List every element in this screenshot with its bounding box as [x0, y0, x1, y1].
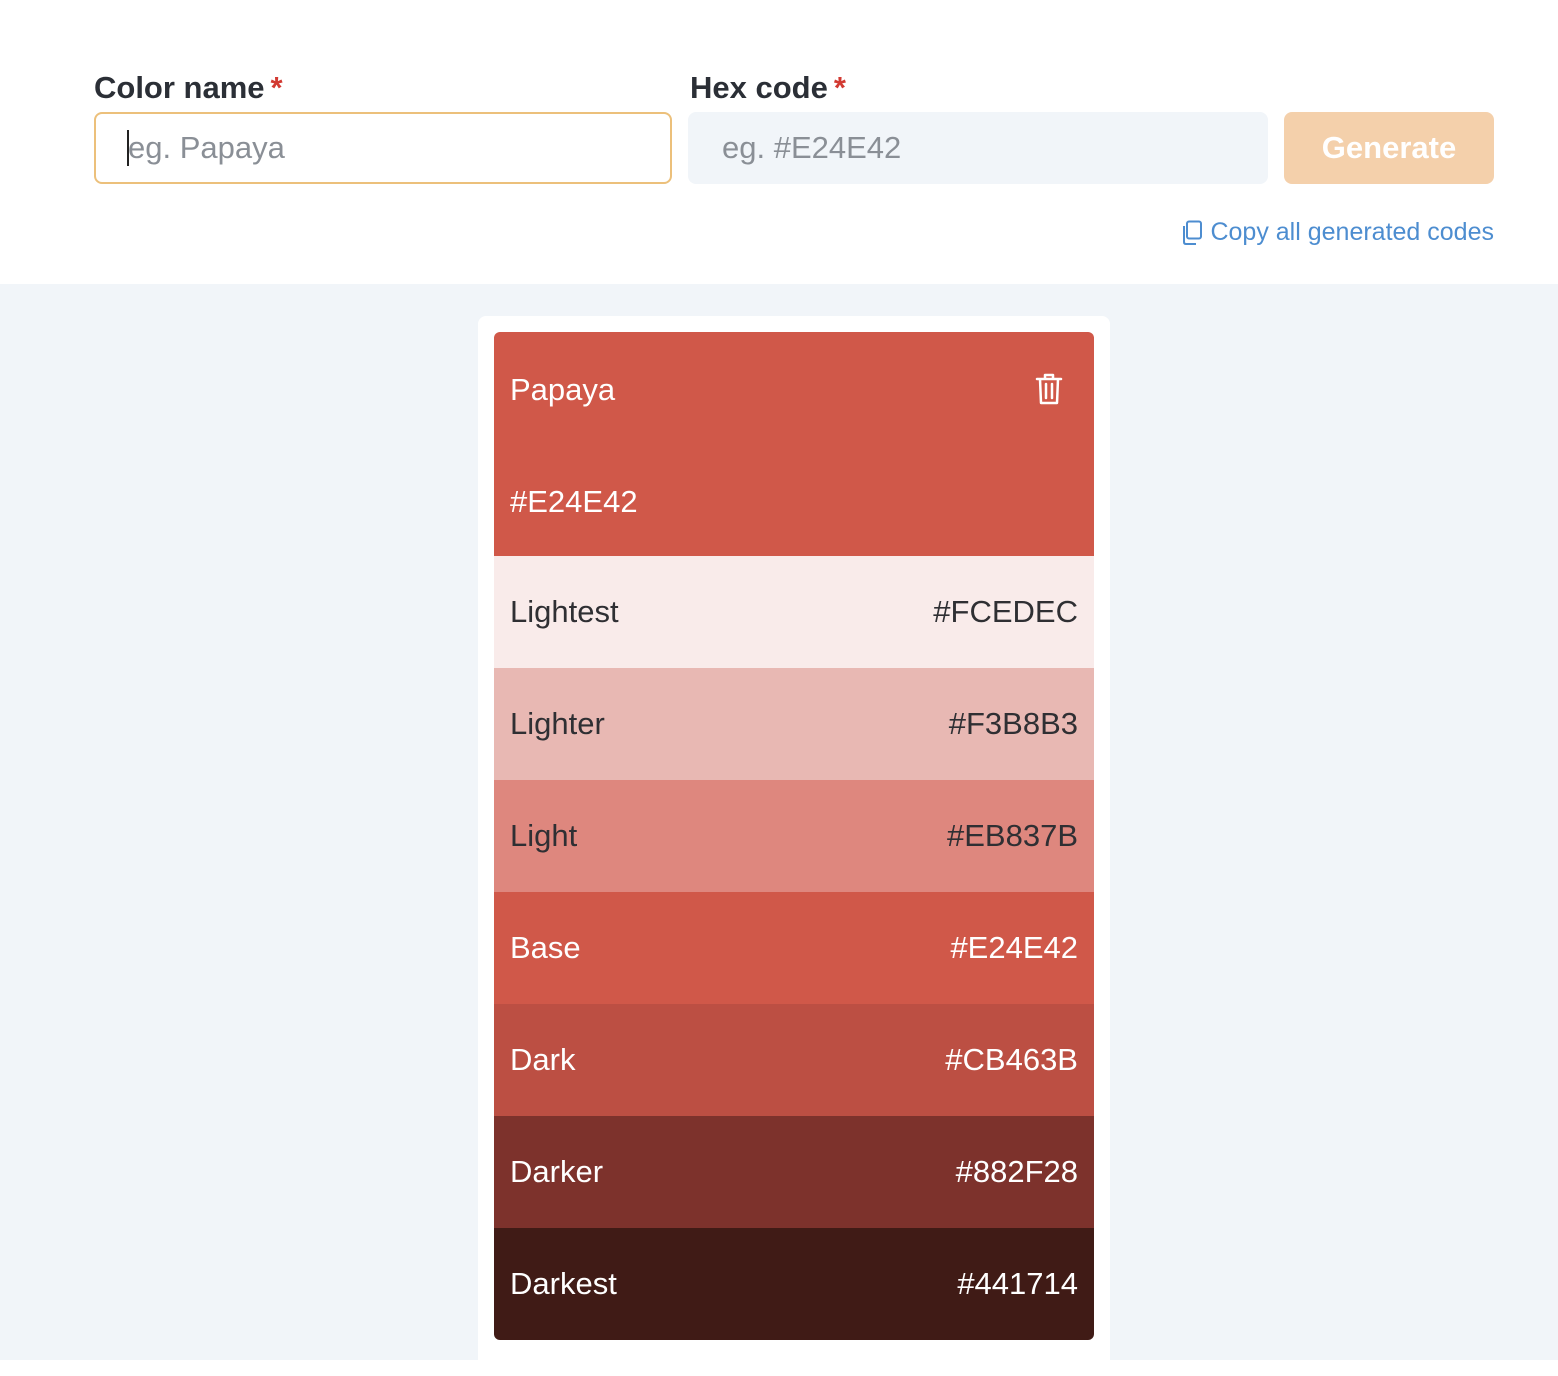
shade-name: Dark — [510, 1042, 576, 1077]
shade-name: Darker — [510, 1154, 604, 1189]
copy-icon — [1183, 220, 1203, 245]
trash-icon[interactable] — [1034, 372, 1064, 406]
shade-name: Lightest — [510, 594, 619, 629]
color-name-label: Color name * — [94, 70, 283, 106]
shade-hex[interactable]: #FCEDEC — [933, 594, 1078, 630]
shade-hex[interactable]: #E24E42 — [950, 930, 1078, 966]
color-name-label-text: Color name — [94, 70, 265, 105]
shade-row-darker[interactable]: Darker #882F28 — [494, 1116, 1094, 1228]
required-asterisk: * — [270, 70, 283, 105]
shade-name: Base — [510, 930, 581, 965]
shade-hex[interactable]: #EB837B — [947, 818, 1078, 854]
shade-row-lighter[interactable]: Lighter #F3B8B3 — [494, 668, 1094, 780]
shade-name: Darkest — [510, 1266, 617, 1301]
shade-hex[interactable]: #F3B8B3 — [949, 706, 1078, 742]
copy-all-codes-text: Copy all generated codes — [1210, 218, 1494, 246]
shade-hex[interactable]: #441714 — [957, 1266, 1078, 1302]
shade-row-dark[interactable]: Dark #CB463B — [494, 1004, 1094, 1116]
palette-base-hex: #E24E42 — [510, 484, 638, 519]
shade-name: Light — [510, 818, 578, 853]
hex-code-label-text: Hex code — [690, 70, 828, 105]
hex-code-label: Hex code * — [690, 70, 846, 106]
shade-row-darkest[interactable]: Darkest #441714 — [494, 1228, 1094, 1340]
generate-button[interactable]: Generate — [1284, 112, 1494, 184]
text-caret — [127, 130, 129, 166]
shade-row-light[interactable]: Light #EB837B — [494, 780, 1094, 892]
generator-form: Color name* Hex code* Generate Copy all … — [0, 0, 1558, 284]
palette: Papaya #E24E42 Lightest #FCEDEC Lighter #F3… — [494, 332, 1094, 1340]
shade-name: Lighter — [510, 706, 605, 741]
shade-row-base[interactable]: Base #E24E42 — [494, 892, 1094, 1004]
shade-list: Lightest #FCEDEC Lighter #F3B8B3 Light #EB837… — [494, 556, 1094, 1340]
shade-row-lightest[interactable]: Lightest #FCEDEC — [494, 556, 1094, 668]
required-asterisk: * — [833, 70, 846, 105]
palette-header: Papaya #E24E42 — [494, 332, 1094, 556]
copy-all-codes-link[interactable]: Copy all generated codes — [1180, 218, 1494, 247]
palette-card: Papaya #E24E42 Lightest #FCEDEC Lighter #F3… — [478, 316, 1110, 1376]
color-name-input[interactable] — [94, 112, 672, 184]
shade-hex[interactable]: #CB463B — [945, 1042, 1078, 1078]
palette-color-name: Papaya — [510, 372, 616, 407]
shade-hex[interactable]: #882F28 — [956, 1154, 1078, 1190]
hex-code-input[interactable] — [688, 112, 1268, 184]
